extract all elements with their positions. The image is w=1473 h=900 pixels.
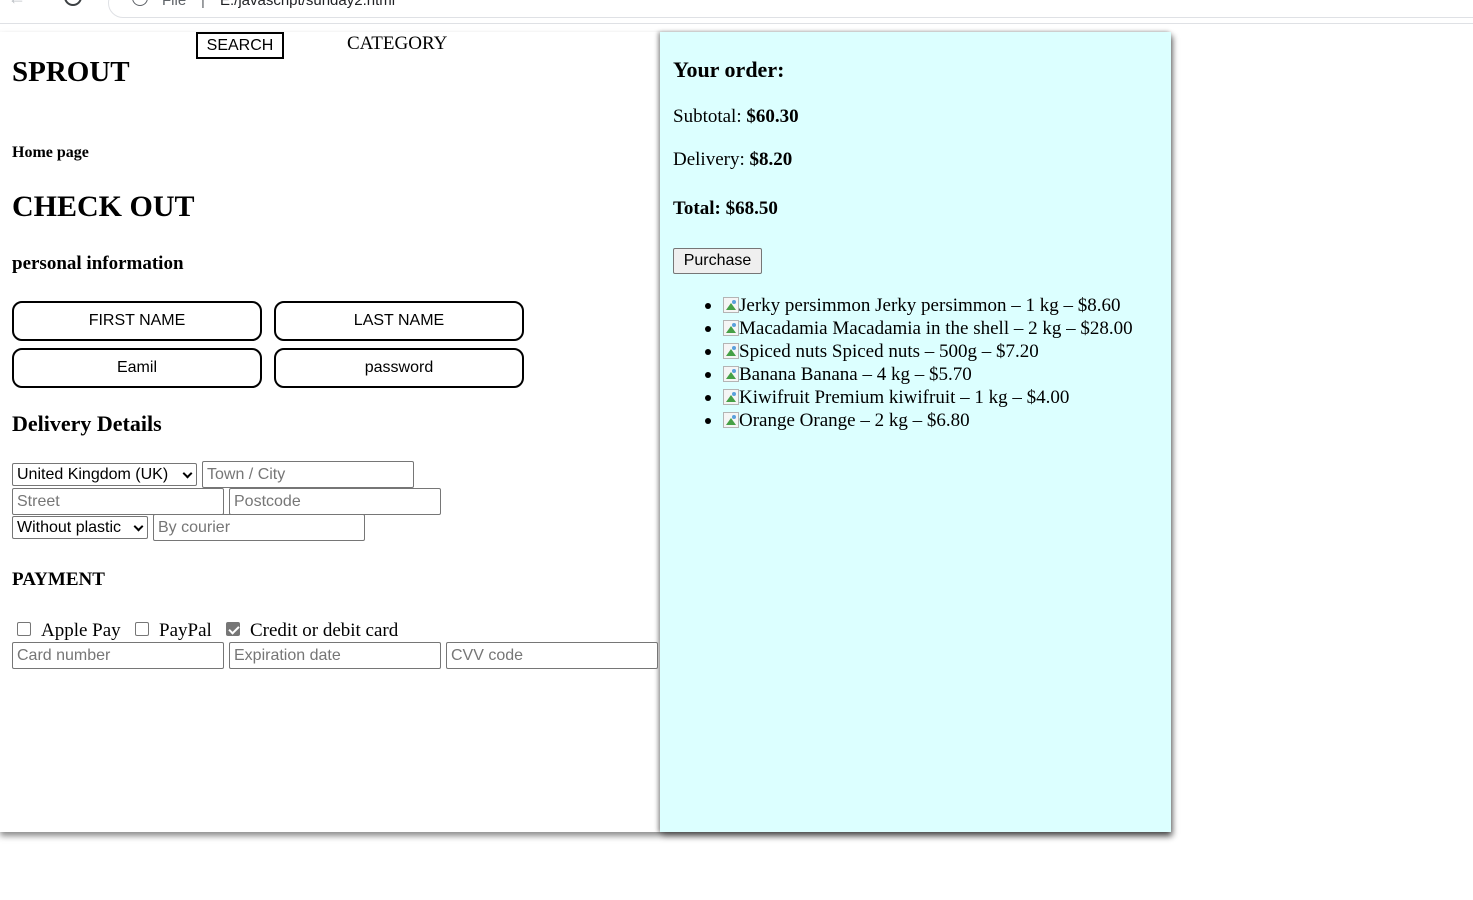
subtotal-line: Subtotal: $60.30 [673, 106, 799, 128]
card-checkbox[interactable] [226, 622, 240, 636]
delivery-line: Delivery: $8.20 [673, 149, 792, 171]
delivery-details-heading: Delivery Details [12, 411, 162, 436]
country-select[interactable]: United Kingdom (UK) [12, 463, 197, 486]
email-field[interactable]: Eamil [12, 348, 262, 388]
broken-image-icon [723, 320, 739, 336]
image-alt-text: Spiced nuts [739, 341, 828, 362]
town-city-input[interactable]: Town / City [202, 461, 414, 488]
packaging-select[interactable]: Without plastic [12, 516, 148, 539]
item-text: Macadamia in the shell – 2 kg – $28.00 [827, 318, 1133, 339]
home-page-link[interactable]: Home page [12, 144, 89, 162]
reload-icon[interactable] [64, 0, 82, 6]
delivery-value: $8.20 [749, 149, 793, 170]
courier-input[interactable]: By courier [153, 514, 365, 541]
order-title: Your order: [673, 57, 785, 82]
apple-pay-label: Apple Pay [41, 620, 121, 641]
broken-image-icon [723, 297, 739, 313]
item-text: Jerky persimmon – 1 kg – $8.60 [870, 295, 1121, 316]
subtotal-value: $60.30 [746, 106, 799, 127]
product-image: Spiced nuts Spiced nuts – 500g – $7.20 [723, 340, 1039, 363]
street-input[interactable]: Street [12, 488, 224, 515]
last-name-field[interactable]: LAST NAME [274, 301, 524, 341]
chevron-down-icon [182, 468, 193, 479]
product-image: Orange Orange – 2 kg – $6.80 [723, 409, 970, 432]
postcode-input[interactable]: Postcode [229, 488, 441, 515]
personal-info-heading: personal information [12, 253, 184, 274]
image-alt-text: Macadamia [739, 318, 828, 339]
product-image: Jerky persimmon Jerky persimmon – 1 kg –… [723, 294, 1121, 317]
url-scheme-label: File [162, 0, 187, 9]
image-alt-text: Jerky persimmon [739, 295, 871, 316]
bullet [705, 326, 711, 332]
password-field[interactable]: password [274, 348, 524, 388]
url-separator: | [201, 0, 205, 9]
category-link[interactable]: CATEGORY [347, 33, 447, 55]
image-alt-text: Kiwifruit [739, 387, 810, 408]
search-button[interactable]: SEARCH [196, 32, 284, 59]
product-image: Kiwifruit Premium kiwifruit – 1 kg – $4.… [723, 386, 1069, 409]
broken-image-icon [723, 389, 739, 405]
paypal-label: PayPal [159, 620, 212, 641]
total-label: Total: [673, 198, 721, 219]
back-arrow-icon[interactable]: ← [8, 0, 26, 9]
bullet [705, 372, 711, 378]
bullet [705, 418, 711, 424]
total-line: Total: $68.50 [673, 198, 778, 220]
product-image: Banana Banana – 4 kg – $5.70 [723, 363, 972, 386]
delivery-label: Delivery: [673, 149, 745, 170]
expiration-date-input[interactable]: Expiration date [229, 642, 441, 669]
paypal-checkbox[interactable] [135, 622, 149, 636]
browser-toolbar: ← File | E:/javascript/sunday2.html [0, 0, 1473, 24]
broken-image-icon [723, 343, 739, 359]
broken-image-icon [723, 366, 739, 382]
cvv-input[interactable]: CVV code [446, 642, 658, 669]
item-text: Banana – 4 kg – $5.70 [795, 364, 972, 385]
apple-pay-checkbox[interactable] [17, 622, 31, 636]
product-image: Macadamia Macadamia in the shell – 2 kg … [723, 317, 1133, 340]
payment-heading: PAYMENT [12, 569, 105, 590]
bullet [705, 303, 711, 309]
card-number-input[interactable]: Card number [12, 642, 224, 669]
broken-image-icon [723, 412, 739, 428]
first-name-field[interactable]: FIRST NAME [12, 301, 262, 341]
country-select-value: United Kingdom (UK) [17, 466, 169, 483]
image-alt-text: Orange [739, 410, 795, 431]
page-title: CHECK OUT [12, 190, 195, 223]
image-alt-text: Banana [739, 364, 796, 385]
chevron-down-icon [133, 521, 144, 532]
item-text: Spiced nuts – 500g – $7.20 [827, 341, 1039, 362]
item-text: Premium kiwifruit – 1 kg – $4.00 [809, 387, 1070, 408]
subtotal-label: Subtotal: [673, 106, 742, 127]
bullet [705, 395, 711, 401]
bullet [705, 349, 711, 355]
site-logo[interactable]: SPROUT [12, 56, 130, 89]
item-text: Orange – 2 kg – $6.80 [794, 410, 970, 431]
card-label: Credit or debit card [250, 620, 399, 641]
purchase-button[interactable]: Purchase [673, 248, 762, 274]
url-text[interactable]: E:/javascript/sunday2.html [220, 0, 395, 9]
total-value: $68.50 [725, 198, 778, 219]
packaging-select-value: Without plastic [17, 519, 122, 536]
